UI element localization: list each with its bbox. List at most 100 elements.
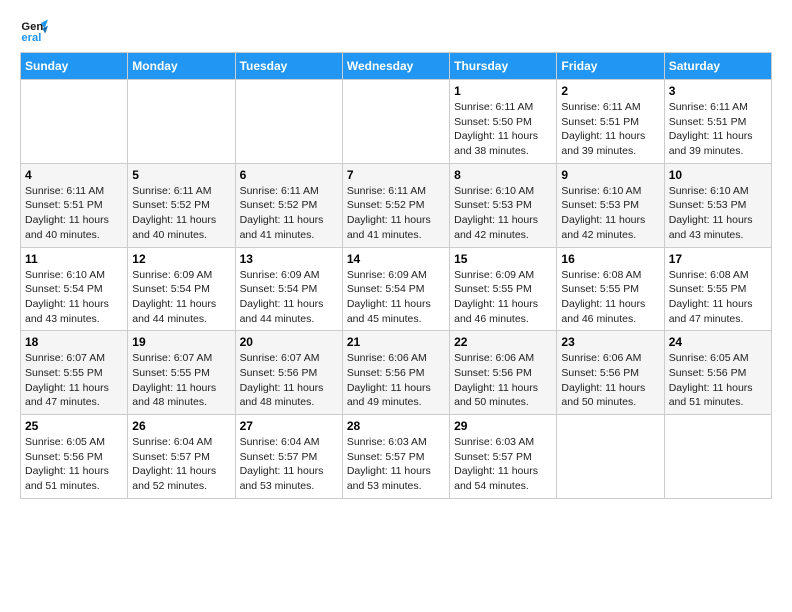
calendar-cell: 17 Sunrise: 6:08 AM Sunset: 5:55 PM Dayli… xyxy=(664,247,771,331)
calendar-cell xyxy=(21,80,128,164)
day-info: Sunrise: 6:07 AM Sunset: 5:56 PM Dayligh… xyxy=(240,351,338,410)
calendar-header-monday: Monday xyxy=(128,53,235,80)
day-info: Sunrise: 6:10 AM Sunset: 5:53 PM Dayligh… xyxy=(669,184,767,243)
calendar-cell: 3 Sunrise: 6:11 AM Sunset: 5:51 PM Daylig… xyxy=(664,80,771,164)
day-info: Sunrise: 6:09 AM Sunset: 5:54 PM Dayligh… xyxy=(240,268,338,327)
calendar-cell: 26Sunrise: 6:04 AM Sunset: 5:57 PM Dayli… xyxy=(128,415,235,499)
calendar-cell: 24 Sunrise: 6:05 AM Sunset: 5:56 PM Dayli… xyxy=(664,331,771,415)
day-number: 19 xyxy=(132,335,230,349)
day-number: 8 xyxy=(454,168,552,182)
calendar-cell: 20Sunrise: 6:07 AM Sunset: 5:56 PM Dayli… xyxy=(235,331,342,415)
calendar-cell: 18 Sunrise: 6:07 AM Sunset: 5:55 PM Dayli… xyxy=(21,331,128,415)
day-number: 9 xyxy=(561,168,659,182)
calendar-cell: 22 Sunrise: 6:06 AM Sunset: 5:56 PM Dayli… xyxy=(450,331,557,415)
day-number: 25 xyxy=(25,419,123,433)
day-number: 29 xyxy=(454,419,552,433)
day-info: Sunrise: 6:06 AM Sunset: 5:56 PM Dayligh… xyxy=(454,351,552,410)
calendar-cell: 4 Sunrise: 6:11 AM Sunset: 5:51 PM Daylig… xyxy=(21,163,128,247)
calendar-cell: 8 Sunrise: 6:10 AM Sunset: 5:53 PM Daylig… xyxy=(450,163,557,247)
logo-icon: Gen eral xyxy=(20,16,48,44)
day-info: Sunrise: 6:11 AM Sunset: 5:51 PM Dayligh… xyxy=(669,100,767,159)
calendar-header-tuesday: Tuesday xyxy=(235,53,342,80)
day-info: Sunrise: 6:05 AM Sunset: 5:56 PM Dayligh… xyxy=(669,351,767,410)
calendar-cell: 6 Sunrise: 6:11 AM Sunset: 5:52 PM Daylig… xyxy=(235,163,342,247)
day-info: Sunrise: 6:10 AM Sunset: 5:54 PM Dayligh… xyxy=(25,268,123,327)
svg-text:Gen: Gen xyxy=(21,21,43,33)
calendar-cell: 14 Sunrise: 6:09 AM Sunset: 5:54 PM Dayli… xyxy=(342,247,449,331)
day-number: 24 xyxy=(669,335,767,349)
calendar-cell xyxy=(128,80,235,164)
calendar-cell: 13 Sunrise: 6:09 AM Sunset: 5:54 PM Dayli… xyxy=(235,247,342,331)
day-number: 6 xyxy=(240,168,338,182)
calendar-cell: 11Sunrise: 6:10 AM Sunset: 5:54 PM Dayli… xyxy=(21,247,128,331)
day-number: 1 xyxy=(454,84,552,98)
day-number: 15 xyxy=(454,252,552,266)
day-number: 14 xyxy=(347,252,445,266)
day-info: Sunrise: 6:11 AM Sunset: 5:51 PM Dayligh… xyxy=(561,100,659,159)
calendar-header-thursday: Thursday xyxy=(450,53,557,80)
day-info: Sunrise: 6:10 AM Sunset: 5:53 PM Dayligh… xyxy=(454,184,552,243)
day-number: 10 xyxy=(669,168,767,182)
day-info: Sunrise: 6:05 AM Sunset: 5:56 PM Dayligh… xyxy=(25,435,123,494)
day-info: Sunrise: 6:10 AM Sunset: 5:53 PM Dayligh… xyxy=(561,184,659,243)
calendar-cell: 23 Sunrise: 6:06 AM Sunset: 5:56 PM Dayli… xyxy=(557,331,664,415)
day-number: 12 xyxy=(132,252,230,266)
calendar-cell: 27 Sunrise: 6:04 AM Sunset: 5:57 PM Dayli… xyxy=(235,415,342,499)
calendar-cell: 2 Sunrise: 6:11 AM Sunset: 5:51 PM Daylig… xyxy=(557,80,664,164)
calendar-cell: 12 Sunrise: 6:09 AM Sunset: 5:54 PM Dayli… xyxy=(128,247,235,331)
day-number: 28 xyxy=(347,419,445,433)
day-number: 13 xyxy=(240,252,338,266)
day-number: 5 xyxy=(132,168,230,182)
day-number: 27 xyxy=(240,419,338,433)
calendar-cell xyxy=(342,80,449,164)
calendar-cell xyxy=(557,415,664,499)
day-number: 23 xyxy=(561,335,659,349)
day-number: 2 xyxy=(561,84,659,98)
calendar-cell: 15 Sunrise: 6:09 AM Sunset: 5:55 PM Dayli… xyxy=(450,247,557,331)
calendar-cell xyxy=(664,415,771,499)
calendar-cell xyxy=(235,80,342,164)
day-number: 21 xyxy=(347,335,445,349)
day-info: Sunrise: 6:09 AM Sunset: 5:54 PM Dayligh… xyxy=(132,268,230,327)
day-info: Sunrise: 6:09 AM Sunset: 5:55 PM Dayligh… xyxy=(454,268,552,327)
calendar-week-1: 1 Sunrise: 6:11 AM Sunset: 5:50 PM Daylig… xyxy=(21,80,772,164)
calendar-cell: 25 Sunrise: 6:05 AM Sunset: 5:56 PM Dayli… xyxy=(21,415,128,499)
calendar-table: SundayMondayTuesdayWednesdayThursdayFrid… xyxy=(20,52,772,499)
day-info: Sunrise: 6:08 AM Sunset: 5:55 PM Dayligh… xyxy=(669,268,767,327)
day-info: Sunrise: 6:06 AM Sunset: 5:56 PM Dayligh… xyxy=(561,351,659,410)
calendar-week-5: 25 Sunrise: 6:05 AM Sunset: 5:56 PM Dayli… xyxy=(21,415,772,499)
day-info: Sunrise: 6:11 AM Sunset: 5:52 PM Dayligh… xyxy=(347,184,445,243)
day-info: Sunrise: 6:09 AM Sunset: 5:54 PM Dayligh… xyxy=(347,268,445,327)
calendar-header: SundayMondayTuesdayWednesdayThursdayFrid… xyxy=(21,53,772,80)
svg-text:eral: eral xyxy=(21,32,41,44)
day-info: Sunrise: 6:07 AM Sunset: 5:55 PM Dayligh… xyxy=(25,351,123,410)
day-info: Sunrise: 6:08 AM Sunset: 5:55 PM Dayligh… xyxy=(561,268,659,327)
calendar-header-friday: Friday xyxy=(557,53,664,80)
day-number: 17 xyxy=(669,252,767,266)
day-number: 4 xyxy=(25,168,123,182)
day-info: Sunrise: 6:11 AM Sunset: 5:51 PM Dayligh… xyxy=(25,184,123,243)
calendar-cell: 28Sunrise: 6:03 AM Sunset: 5:57 PM Dayli… xyxy=(342,415,449,499)
day-info: Sunrise: 6:06 AM Sunset: 5:56 PM Dayligh… xyxy=(347,351,445,410)
day-info: Sunrise: 6:04 AM Sunset: 5:57 PM Dayligh… xyxy=(240,435,338,494)
day-number: 26 xyxy=(132,419,230,433)
calendar-cell: 10 Sunrise: 6:10 AM Sunset: 5:53 PM Dayli… xyxy=(664,163,771,247)
calendar-cell: 19 Sunrise: 6:07 AM Sunset: 5:55 PM Dayli… xyxy=(128,331,235,415)
day-number: 18 xyxy=(25,335,123,349)
calendar-cell: 16 Sunrise: 6:08 AM Sunset: 5:55 PM Dayli… xyxy=(557,247,664,331)
day-info: Sunrise: 6:07 AM Sunset: 5:55 PM Dayligh… xyxy=(132,351,230,410)
calendar-cell: 5Sunrise: 6:11 AM Sunset: 5:52 PM Daylig… xyxy=(128,163,235,247)
day-number: 3 xyxy=(669,84,767,98)
calendar-cell: 21 Sunrise: 6:06 AM Sunset: 5:56 PM Dayli… xyxy=(342,331,449,415)
calendar-week-4: 18 Sunrise: 6:07 AM Sunset: 5:55 PM Dayli… xyxy=(21,331,772,415)
day-number: 7 xyxy=(347,168,445,182)
calendar-week-2: 4 Sunrise: 6:11 AM Sunset: 5:51 PM Daylig… xyxy=(21,163,772,247)
day-info: Sunrise: 6:11 AM Sunset: 5:52 PM Dayligh… xyxy=(240,184,338,243)
calendar-week-3: 11Sunrise: 6:10 AM Sunset: 5:54 PM Dayli… xyxy=(21,247,772,331)
day-info: Sunrise: 6:03 AM Sunset: 5:57 PM Dayligh… xyxy=(454,435,552,494)
day-info: Sunrise: 6:11 AM Sunset: 5:50 PM Dayligh… xyxy=(454,100,552,159)
calendar-header-saturday: Saturday xyxy=(664,53,771,80)
day-number: 16 xyxy=(561,252,659,266)
calendar-cell: 1 Sunrise: 6:11 AM Sunset: 5:50 PM Daylig… xyxy=(450,80,557,164)
day-number: 22 xyxy=(454,335,552,349)
